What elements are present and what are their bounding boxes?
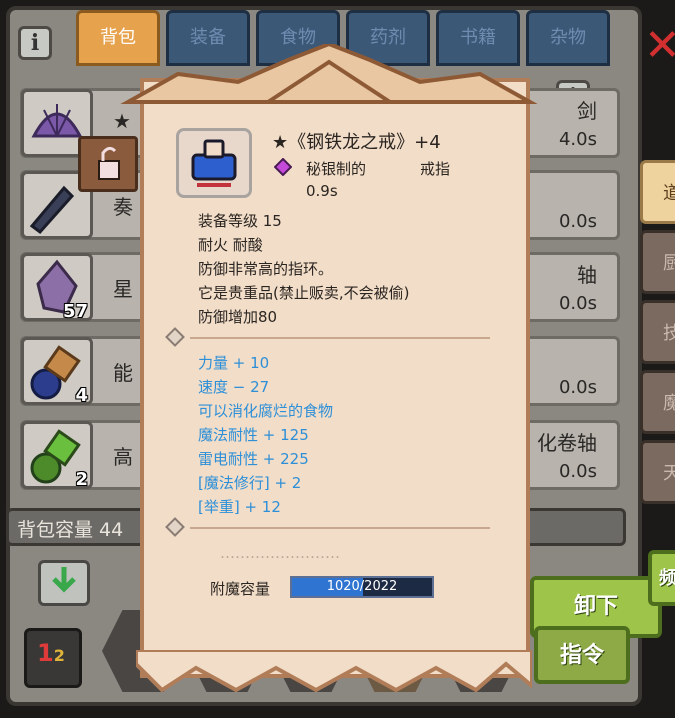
item-count: 2 xyxy=(75,469,88,490)
side-tab-tools[interactable]: 道 xyxy=(640,160,675,224)
stat-line: 魔法耐性 + 125 xyxy=(198,426,309,444)
enchant-label: 附魔容量 xyxy=(210,580,271,598)
stat-line: 速度 − 27 xyxy=(198,378,270,396)
side-tab-skills[interactable]: 技 xyxy=(640,300,675,364)
item-right-label: 轴 xyxy=(577,263,597,287)
item-desc-valuable: 它是贵重品(禁止贩卖,不会被偷) xyxy=(198,284,410,302)
item-right-label: 剑 xyxy=(577,99,597,123)
capacity-label: 背包容量 44 xyxy=(17,519,124,541)
item-slot: 57 xyxy=(21,253,93,322)
item-time: 0.0s xyxy=(558,211,597,232)
item-slot: 2 xyxy=(21,421,93,490)
unlock-icon xyxy=(98,146,120,180)
download-button[interactable] xyxy=(38,560,90,606)
info-icon[interactable]: i xyxy=(18,26,52,60)
command-button[interactable]: 指令 xyxy=(534,626,630,684)
item-time: 4.0s xyxy=(558,129,597,150)
ring-icon-box xyxy=(176,128,252,198)
stat-line: 可以消化腐烂的食物 xyxy=(198,402,334,420)
item-right-label: 化卷轴 xyxy=(537,431,597,455)
close-icon[interactable]: ✕ xyxy=(644,20,675,71)
side-green-button[interactable]: 频 xyxy=(648,550,675,606)
sort-order-button[interactable]: 12 xyxy=(24,628,82,688)
item-time: 0.0s xyxy=(558,377,597,398)
item-type: 戒指 xyxy=(420,160,451,178)
rarity-gem-icon xyxy=(274,158,292,176)
stat-line: [魔法修行] + 2 xyxy=(198,474,302,492)
lock-toggle[interactable] xyxy=(78,136,138,192)
item-count: 57 xyxy=(62,301,88,322)
side-tab-heaven[interactable]: 天 xyxy=(640,440,675,504)
item-name: 星 xyxy=(113,277,133,301)
side-tab-magic[interactable]: 魔 xyxy=(640,370,675,434)
side-tab-kitchen[interactable]: 厨 xyxy=(640,230,675,294)
enchant-capacity-bar: 1020/2022 xyxy=(290,576,434,598)
item-time: 0.0s xyxy=(558,461,597,482)
stat-line: [举重] + 12 xyxy=(198,498,281,516)
item-name: 能 xyxy=(113,361,133,385)
stat-line: 力量 + 10 xyxy=(198,354,270,372)
item-count: 4 xyxy=(75,385,88,406)
divider xyxy=(190,337,490,339)
download-arrow-icon xyxy=(52,567,76,593)
item-slot: 4 xyxy=(21,337,93,406)
stat-line: 雷电耐性 + 225 xyxy=(198,450,309,468)
item-level: 装备等级 15 xyxy=(198,212,282,230)
item-title: ★《钢铁龙之戒》+4 xyxy=(272,132,441,153)
item-defense: 防御增加80 xyxy=(198,308,278,326)
tooltip-crown xyxy=(120,44,538,104)
faded-line: …………………… xyxy=(220,544,340,562)
enchant-capacity-value: 1020/2022 xyxy=(326,579,398,594)
item-name: ★ xyxy=(113,109,131,133)
tooltip-bottom-edge xyxy=(136,650,532,693)
item-name: 奏 xyxy=(113,195,133,219)
item-material: 秘银制的 xyxy=(306,160,367,178)
item-time: 0.0s xyxy=(558,293,597,314)
item-desc: 防御非常高的指环。 xyxy=(198,260,334,278)
divider xyxy=(190,527,490,529)
ring-icon xyxy=(191,139,237,187)
item-name: 高 xyxy=(113,445,133,469)
item-traits: 耐火 耐酸 xyxy=(198,236,263,254)
item-use-time: 0.9s xyxy=(306,182,338,200)
